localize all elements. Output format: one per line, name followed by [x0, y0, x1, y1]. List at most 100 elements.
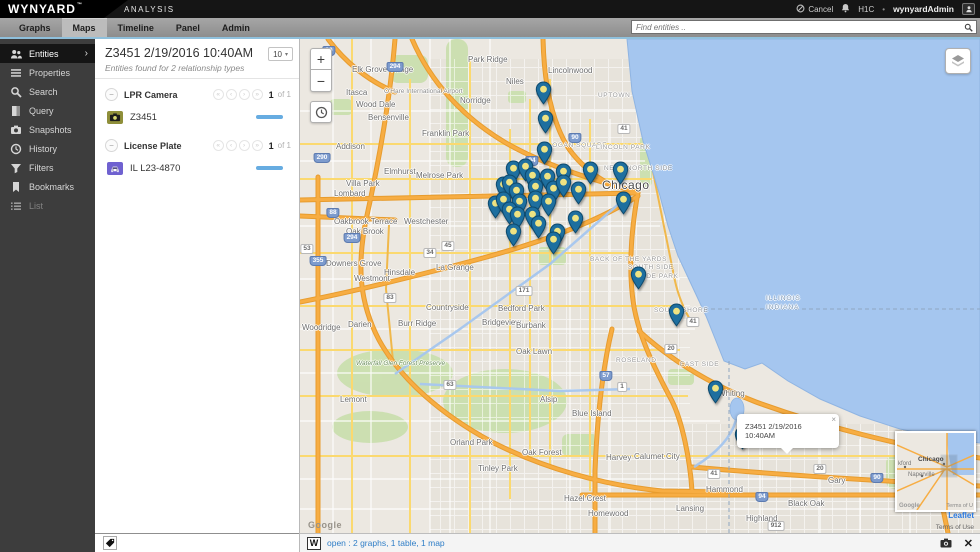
panel-header: Z3451 2/19/2016 10:40AM Entities found f…	[95, 39, 299, 79]
pager-last-button[interactable]: »	[252, 140, 263, 151]
sidebar-item-list: List	[0, 196, 95, 215]
logo-text: WYNYARD	[8, 2, 76, 16]
ban-icon	[796, 4, 805, 15]
pager-prev-button[interactable]: ‹	[226, 140, 237, 151]
road-shield: 171	[516, 286, 533, 296]
sidebar-item-history[interactable]: History	[0, 139, 95, 158]
sidebar-item-entities[interactable]: Entities›	[0, 44, 95, 63]
minimap-label: Chicago	[918, 456, 944, 463]
page-size-select[interactable]: 10 ▾	[268, 47, 293, 61]
sidebar-item-search[interactable]: Search	[0, 82, 95, 101]
entity-row[interactable]: IL L23-4870	[107, 157, 291, 179]
map-pin[interactable]	[615, 191, 632, 215]
layers-button[interactable]	[945, 48, 971, 74]
sidebar-item-snapshots[interactable]: Snapshots	[0, 120, 95, 139]
pager-prev-button[interactable]: ‹	[226, 89, 237, 100]
road-shield: 45	[441, 241, 454, 251]
filters-icon	[10, 162, 22, 174]
overview-minimap[interactable]: kfordChicagoNaperville Google Terms of U	[895, 431, 976, 512]
tab-timeline[interactable]: Timeline	[107, 18, 165, 37]
leaflet-link[interactable]: Leaflet	[948, 511, 974, 520]
zoom-in-button[interactable]: +	[310, 48, 332, 70]
road-shield: 41	[707, 469, 720, 479]
map-pin[interactable]	[612, 161, 629, 185]
cancel-label: Cancel	[808, 5, 833, 14]
panel-footer	[95, 533, 299, 552]
tooltip-close-icon[interactable]: ×	[831, 415, 836, 424]
road-shield: 63	[443, 380, 456, 390]
minimap-label: kford	[898, 461, 911, 467]
tabbar: GraphsMapsTimelinePanelAdmin	[0, 18, 980, 37]
sidebar-item-query[interactable]: Query	[0, 101, 95, 120]
road-shield: 355	[310, 256, 327, 266]
chevron-right-icon: ›	[85, 48, 95, 59]
bell-icon[interactable]	[841, 3, 850, 15]
wynyard-w-icon: W	[307, 537, 321, 550]
map-pin[interactable]	[668, 303, 685, 327]
collapse-group-button[interactable]: −	[105, 88, 118, 101]
bookmarks-icon	[10, 181, 22, 193]
road-shield: 41	[686, 317, 699, 327]
terms-of-use-link[interactable]: Terms of Use	[936, 524, 974, 532]
map-pin[interactable]	[707, 380, 724, 404]
tab-graphs[interactable]: Graphs	[8, 18, 62, 37]
pin-tooltip: Z3451 2/19/2016 10:40AM ×	[737, 414, 839, 448]
time-slider-button[interactable]	[310, 101, 332, 123]
entity-row[interactable]: Z3451	[107, 106, 291, 128]
map-pin[interactable]	[505, 223, 522, 247]
user-icon[interactable]	[962, 3, 975, 15]
entities-icon	[10, 48, 22, 60]
map-section: Park RidgeNilesLincolnwoodElk Grove Vill…	[300, 39, 980, 552]
cancel-button[interactable]: Cancel	[796, 4, 833, 15]
map-pin[interactable]	[567, 210, 584, 234]
app-window: WYNYARD™ ANALYSIS Cancel H1C • wynyardAd…	[0, 0, 980, 552]
road-shield: 94	[755, 492, 768, 502]
site-code[interactable]: H1C	[858, 5, 874, 14]
search-icon[interactable]	[961, 23, 976, 32]
relationship-group: −License Plate«‹›»1of 1IL L23-4870	[95, 130, 299, 179]
map-pin[interactable]	[537, 110, 554, 134]
tab-maps[interactable]: Maps	[62, 18, 107, 37]
tab-admin[interactable]: Admin	[211, 18, 261, 37]
wynyard-logo: WYNYARD™	[0, 0, 128, 18]
pager-first-button[interactable]: «	[213, 140, 224, 151]
relationship-group: −LPR Camera«‹›»1of 1Z3451	[95, 79, 299, 128]
tab-panel[interactable]: Panel	[165, 18, 211, 37]
topbar: WYNYARD™ ANALYSIS Cancel H1C • wynyardAd…	[0, 0, 980, 18]
sidebar-item-label: Search	[29, 87, 58, 97]
pager-next-button[interactable]: ›	[239, 140, 250, 151]
tooltip-text: Z3451 2/19/2016 10:40AM	[745, 422, 802, 440]
sidebar-item-filters[interactable]: Filters	[0, 158, 95, 177]
map-pin[interactable]	[535, 81, 552, 105]
username[interactable]: wynyardAdmin	[893, 4, 954, 14]
map-pin[interactable]	[570, 181, 587, 205]
pager-total-pages: of 1	[278, 90, 291, 99]
group-pager: «‹›»1of 1	[213, 89, 291, 100]
tag-icon[interactable]	[103, 536, 117, 550]
road-shield: 83	[383, 293, 396, 303]
snapshot-camera-button[interactable]	[940, 538, 952, 548]
pager-last-button[interactable]: »	[252, 89, 263, 100]
road-shield: 20	[664, 344, 677, 354]
road-shield: 90	[568, 133, 581, 143]
app-title: ANALYSIS	[124, 5, 175, 14]
open-views-link[interactable]: open : 2 graphs, 1 table, 1 map	[327, 538, 445, 548]
pager-next-button[interactable]: ›	[239, 89, 250, 100]
zoom-out-button[interactable]: −	[310, 70, 332, 92]
sidebar-item-properties[interactable]: Properties	[0, 63, 95, 82]
search-icon	[10, 86, 22, 98]
search-input[interactable]	[632, 23, 961, 32]
sidebar-item-bookmarks[interactable]: Bookmarks	[0, 177, 95, 196]
map-pin[interactable]	[540, 193, 557, 217]
entity-name: IL L23-4870	[130, 163, 180, 174]
map-canvas[interactable]: Park RidgeNilesLincolnwoodElk Grove Vill…	[300, 39, 980, 533]
map-pin[interactable]	[630, 266, 647, 290]
map-pin[interactable]	[545, 231, 562, 255]
find-entities-search	[631, 20, 977, 34]
close-map-button[interactable]: ✕	[964, 537, 973, 550]
google-watermark: Google	[308, 520, 342, 530]
pager-first-button[interactable]: «	[213, 89, 224, 100]
collapse-group-button[interactable]: −	[105, 139, 118, 152]
road-shield: 34	[423, 248, 436, 258]
map-pin[interactable]	[536, 141, 553, 165]
